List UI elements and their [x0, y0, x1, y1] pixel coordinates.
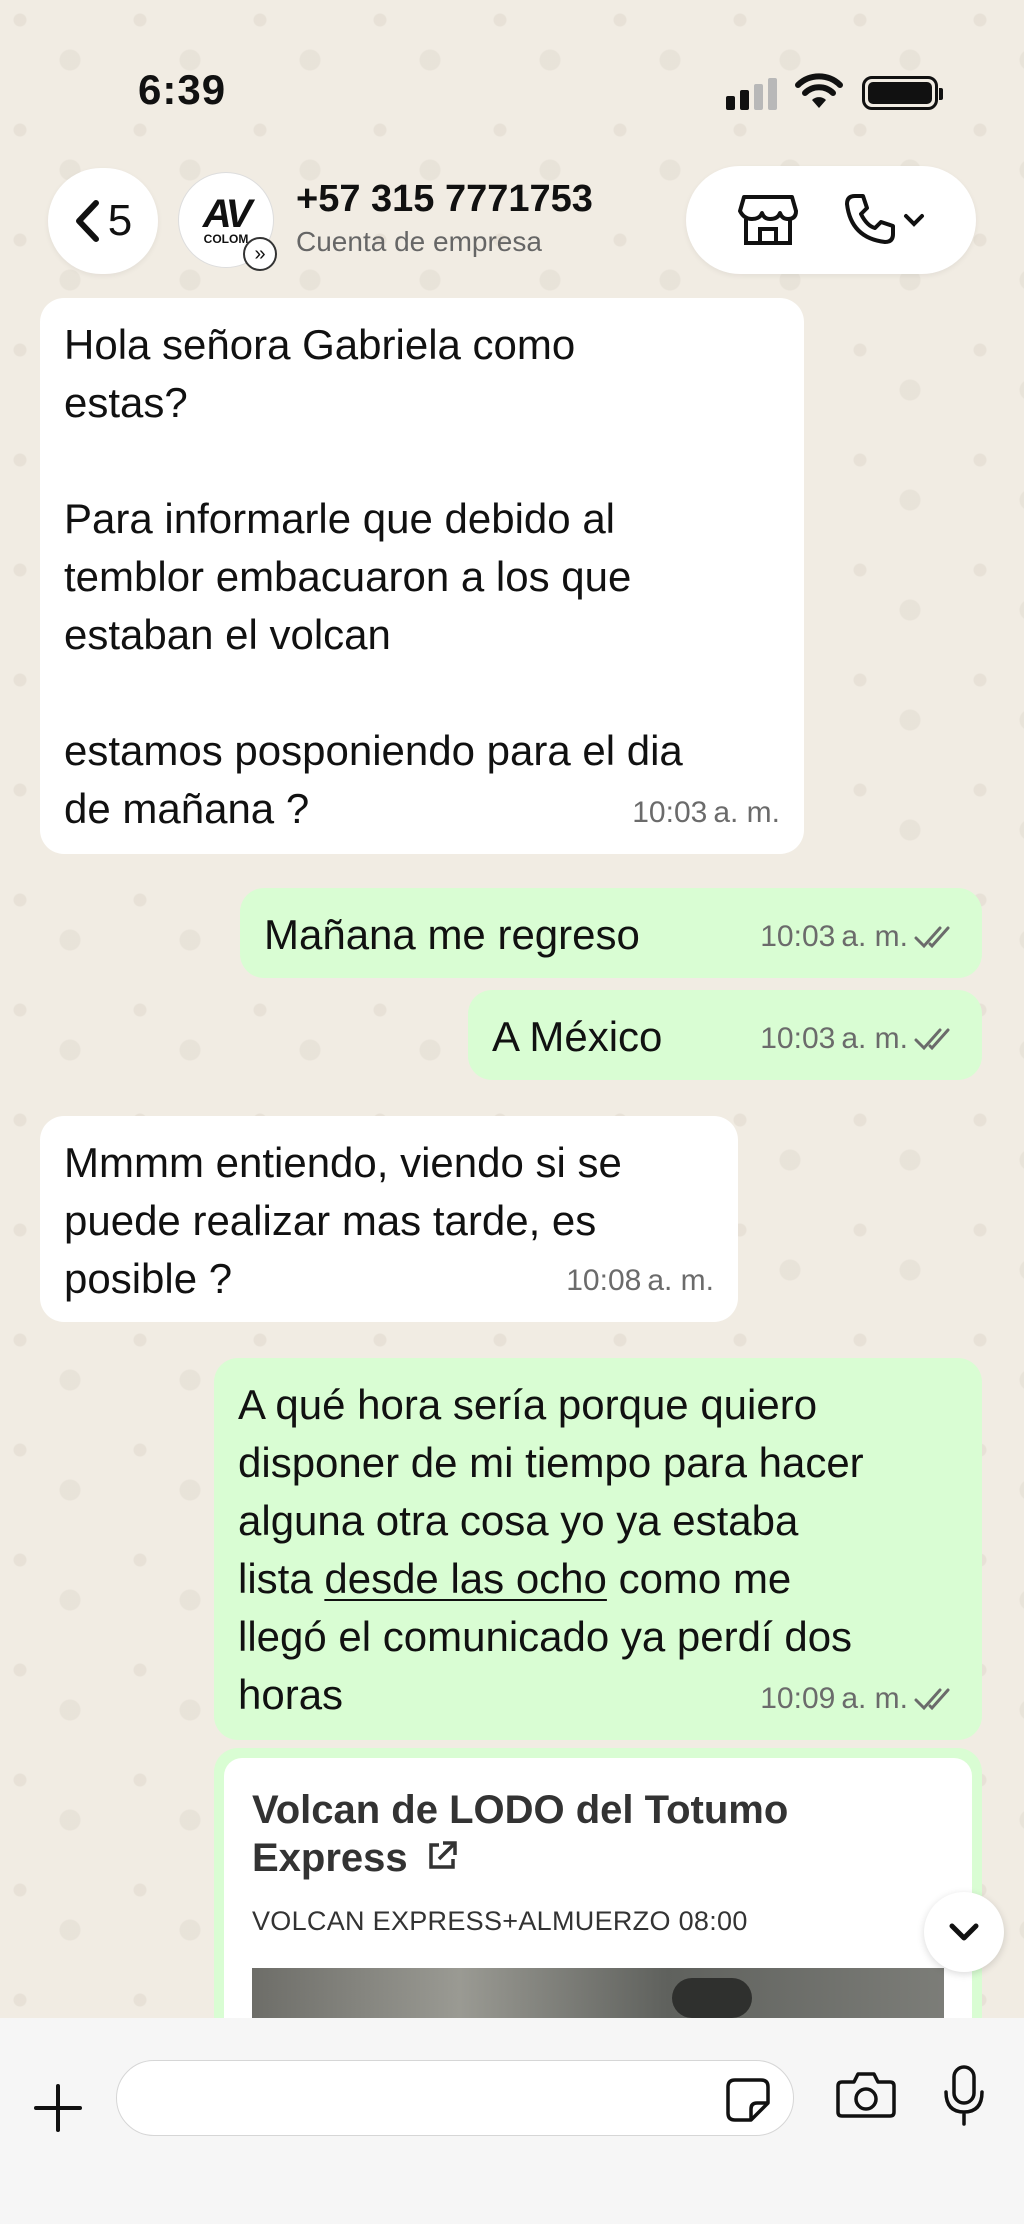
header-actions [686, 166, 976, 274]
chevron-down-icon [949, 1923, 979, 1941]
date-link[interactable]: desde las ocho [324, 1555, 607, 1602]
chevron-down-icon [903, 214, 924, 227]
message-time: 10:03 [760, 920, 836, 953]
contact-name[interactable]: +57 315 7771753 [296, 178, 593, 221]
phone-icon [844, 194, 895, 244]
camera-icon[interactable] [836, 2070, 896, 2120]
wifi-icon [795, 73, 843, 108]
composer-bar [0, 2018, 1024, 2224]
plus-icon[interactable] [32, 2082, 84, 2134]
message-ampm: a. m. [713, 796, 780, 829]
external-link-icon [429, 1841, 457, 1869]
avatar-logo: AV [202, 192, 253, 236]
message-outgoing[interactable]: Mañana me regreso 10:03 a. m. [240, 888, 982, 978]
read-receipt-icon [914, 1688, 950, 1711]
message-outgoing[interactable]: A qué hora sería porque quiero disponer … [214, 1358, 982, 1740]
business-badge-icon: » [243, 237, 277, 271]
message-text: Hola señora Gabriela como estas? Para in… [64, 321, 683, 832]
microphone-icon[interactable] [942, 2064, 986, 2128]
message-meta: 10:03 a. m. [760, 1010, 958, 1068]
cellular-signal-icon [726, 78, 777, 110]
message-meta: 10:03 a. m. [632, 784, 780, 842]
call-button[interactable] [841, 192, 925, 248]
link-preview-subtitle: VOLCAN EXPRESS+ALMUERZO 08:00 [252, 1906, 748, 1936]
link-preview-card[interactable]: Volcan de LODO del Totumo Express VOLCAN… [224, 1758, 972, 2048]
read-receipt-icon [914, 926, 950, 949]
message-ampm: a. m. [647, 1264, 714, 1297]
status-bar: 6:39 [0, 0, 1024, 150]
contact-subtitle: Cuenta de empresa [296, 226, 542, 257]
link-preview-message[interactable]: Volcan de LODO del Totumo Express VOLCAN… [214, 1748, 982, 2048]
message-time: 10:09 [760, 1682, 836, 1715]
message-time: 10:08 [566, 1264, 642, 1297]
message-outgoing[interactable]: A México 10:03 a. m. [468, 990, 982, 1080]
message-input[interactable] [116, 2060, 794, 2136]
message-incoming[interactable]: Mmmm entiendo, viendo si se puede realiz… [40, 1116, 738, 1322]
link-preview-title: Volcan de LODO del Totumo Express [252, 1786, 812, 1882]
back-chevron-icon [75, 200, 99, 242]
read-receipt-icon [914, 1028, 950, 1051]
message-text-part: como me [618, 1555, 792, 1602]
scroll-to-bottom-button[interactable] [924, 1892, 1004, 1972]
message-text-part: llegó el comunicado [238, 1613, 610, 1660]
message-meta: 10:09 a. m. [760, 1670, 958, 1728]
message-time: 10:03 [632, 796, 708, 829]
avatar[interactable]: AV COLOM » [178, 172, 277, 271]
shop-icon[interactable] [737, 193, 798, 247]
back-button[interactable]: 5 [48, 168, 158, 274]
message-incoming[interactable]: Hola señora Gabriela como estas? Para in… [40, 298, 804, 854]
message-meta: 10:03 a. m. [760, 908, 958, 966]
sticker-icon[interactable] [725, 2077, 771, 2123]
link-preview-title-text: Volcan de LODO del Totumo Express [252, 1788, 789, 1880]
unread-count: 5 [107, 196, 133, 245]
battery-icon [862, 76, 943, 110]
message-time: 10:03 [760, 1022, 836, 1055]
message-meta: 10:08 a. m. [566, 1252, 714, 1310]
message-ampm: a. m. [841, 1022, 908, 1055]
message-ampm: a. m. [841, 1682, 908, 1715]
status-time: 6:39 [138, 66, 227, 113]
avatar-logo-sub: COLOM [203, 232, 249, 246]
message-ampm: a. m. [841, 920, 908, 953]
